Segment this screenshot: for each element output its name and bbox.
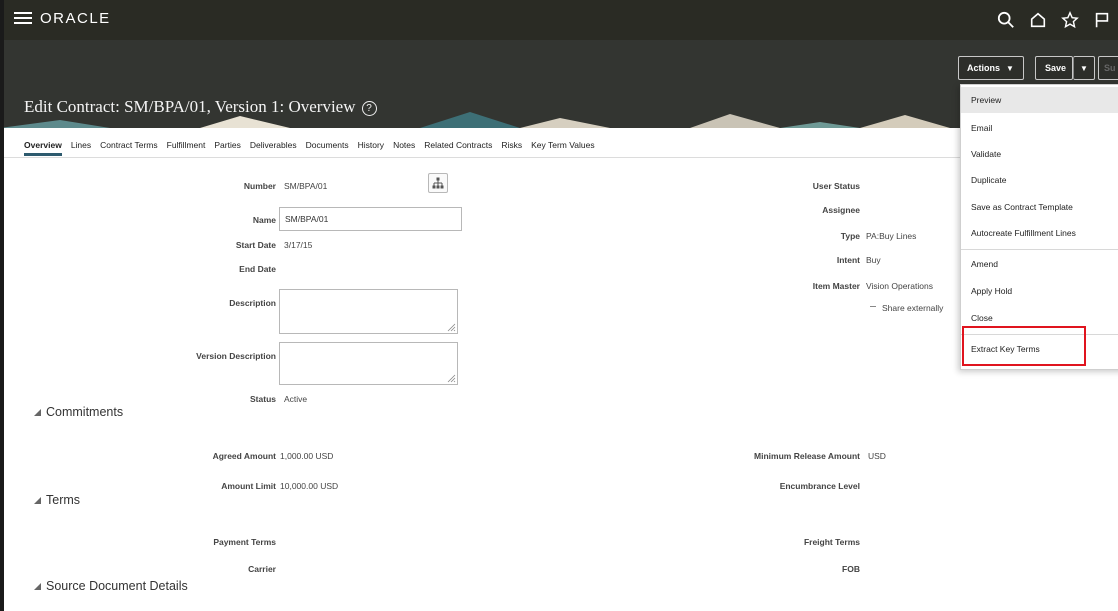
start-date-value: 3/17/15 xyxy=(284,240,313,250)
terms-section-header[interactable]: Terms xyxy=(34,493,80,507)
resize-grip-icon[interactable] xyxy=(447,374,456,383)
submit-button[interactable]: Su xyxy=(1098,56,1118,80)
assignee-label: Assignee xyxy=(822,205,860,215)
tab-parties[interactable]: Parties xyxy=(214,140,240,156)
carrier-label: Carrier xyxy=(248,564,276,574)
contract-tabs: Overview Lines Contract Terms Fulfillmen… xyxy=(24,128,604,156)
menu-item-preview[interactable]: Preview xyxy=(961,87,1118,113)
window-left-border xyxy=(0,0,4,611)
collapse-triangle-icon xyxy=(34,582,41,590)
resize-grip-icon[interactable] xyxy=(447,323,456,332)
version-description-field[interactable] xyxy=(279,342,458,385)
tab-notes[interactable]: Notes xyxy=(393,140,415,156)
global-header: ORACLE xyxy=(0,0,1118,40)
collapse-triangle-icon xyxy=(34,408,41,416)
status-value: Active xyxy=(284,394,308,404)
search-icon[interactable] xyxy=(990,4,1022,36)
tab-related-contracts[interactable]: Related Contracts xyxy=(424,140,492,156)
description-field[interactable] xyxy=(279,289,458,334)
number-value: SM/BPA/01 xyxy=(284,181,328,191)
minimum-release-amount-label: Minimum Release Amount xyxy=(754,451,860,461)
intent-value: Buy xyxy=(866,255,881,265)
page-header-band: Edit Contract: SM/BPA/01, Version 1: Ove… xyxy=(0,40,1118,128)
agreed-amount-value: 1,000.00 USD xyxy=(280,451,334,461)
tab-deliverables[interactable]: Deliverables xyxy=(250,140,297,156)
name-field[interactable]: SM/BPA/01 xyxy=(279,207,462,231)
share-externally-label: Share externally xyxy=(882,303,944,313)
number-label: Number xyxy=(243,181,276,191)
favorites-star-icon[interactable] xyxy=(1054,4,1086,36)
fob-label: FOB xyxy=(842,564,860,574)
user-status-label: User Status xyxy=(812,181,860,191)
amount-limit-label: Amount Limit xyxy=(221,481,276,491)
end-date-label: End Date xyxy=(239,264,276,274)
highlight-outline xyxy=(962,326,1086,366)
agreed-amount-label: Agreed Amount xyxy=(212,451,276,461)
tab-overview[interactable]: Overview xyxy=(24,140,62,156)
version-description-label: Version Description xyxy=(196,351,276,361)
freight-terms-label: Freight Terms xyxy=(803,537,860,547)
minimum-release-currency: USD xyxy=(868,451,886,461)
start-date-label: Start Date xyxy=(235,240,276,250)
payment-terms-label: Payment Terms xyxy=(213,537,276,547)
collapse-triangle-icon xyxy=(34,496,41,504)
menu-item-apply-hold[interactable]: Apply Hold xyxy=(961,278,1118,304)
navigator-menu-icon[interactable] xyxy=(14,9,32,25)
tab-lines[interactable]: Lines xyxy=(71,140,91,156)
page-title: Edit Contract: SM/BPA/01, Version 1: Ove… xyxy=(24,97,377,117)
menu-item-save-as-contract-template[interactable]: Save as Contract Template xyxy=(961,194,1118,220)
actions-button[interactable]: Actions ▼ xyxy=(958,56,1024,80)
tab-key-term-values[interactable]: Key Term Values xyxy=(531,140,594,156)
save-options-button[interactable]: ▼ xyxy=(1073,56,1095,80)
chevron-down-icon: ▼ xyxy=(1080,63,1088,73)
type-label: Type xyxy=(840,231,860,241)
chevron-down-icon: ▼ xyxy=(1006,63,1014,73)
source-document-details-section-header[interactable]: Source Document Details xyxy=(34,579,188,593)
menu-item-autocreate-fulfillment-lines[interactable]: Autocreate Fulfillment Lines xyxy=(961,220,1118,246)
commitments-section-header[interactable]: Commitments xyxy=(34,405,123,419)
save-button[interactable]: Save xyxy=(1035,56,1073,80)
name-label: Name xyxy=(252,215,276,225)
flag-icon[interactable] xyxy=(1086,4,1118,36)
menu-separator xyxy=(961,249,1118,250)
tab-documents[interactable]: Documents xyxy=(306,140,349,156)
menu-item-email[interactable]: Email xyxy=(961,115,1118,141)
tab-history[interactable]: History xyxy=(358,140,384,156)
description-label: Description xyxy=(229,298,276,308)
tab-fulfillment[interactable]: Fulfillment xyxy=(167,140,206,156)
tab-divider xyxy=(4,157,1118,158)
menu-item-duplicate[interactable]: Duplicate xyxy=(961,167,1118,193)
tab-contract-terms[interactable]: Contract Terms xyxy=(100,140,157,156)
tab-risks[interactable]: Risks xyxy=(501,140,522,156)
item-master-label: Item Master xyxy=(812,281,860,291)
encumbrance-level-label: Encumbrance Level xyxy=(779,481,860,491)
item-master-value: Vision Operations xyxy=(866,281,933,291)
oracle-logo: ORACLE xyxy=(40,10,111,27)
help-icon[interactable]: ? xyxy=(361,101,377,116)
menu-item-amend[interactable]: Amend xyxy=(961,251,1118,277)
amount-limit-value: 10,000.00 USD xyxy=(280,481,339,491)
type-value: PA:Buy Lines xyxy=(866,231,917,241)
intent-label: Intent xyxy=(836,255,860,265)
share-externally-checkbox[interactable] xyxy=(870,306,876,307)
home-icon[interactable] xyxy=(1022,4,1054,36)
hierarchy-icon[interactable] xyxy=(428,173,448,193)
status-label: Status xyxy=(250,394,276,404)
menu-item-validate[interactable]: Validate xyxy=(961,141,1118,167)
